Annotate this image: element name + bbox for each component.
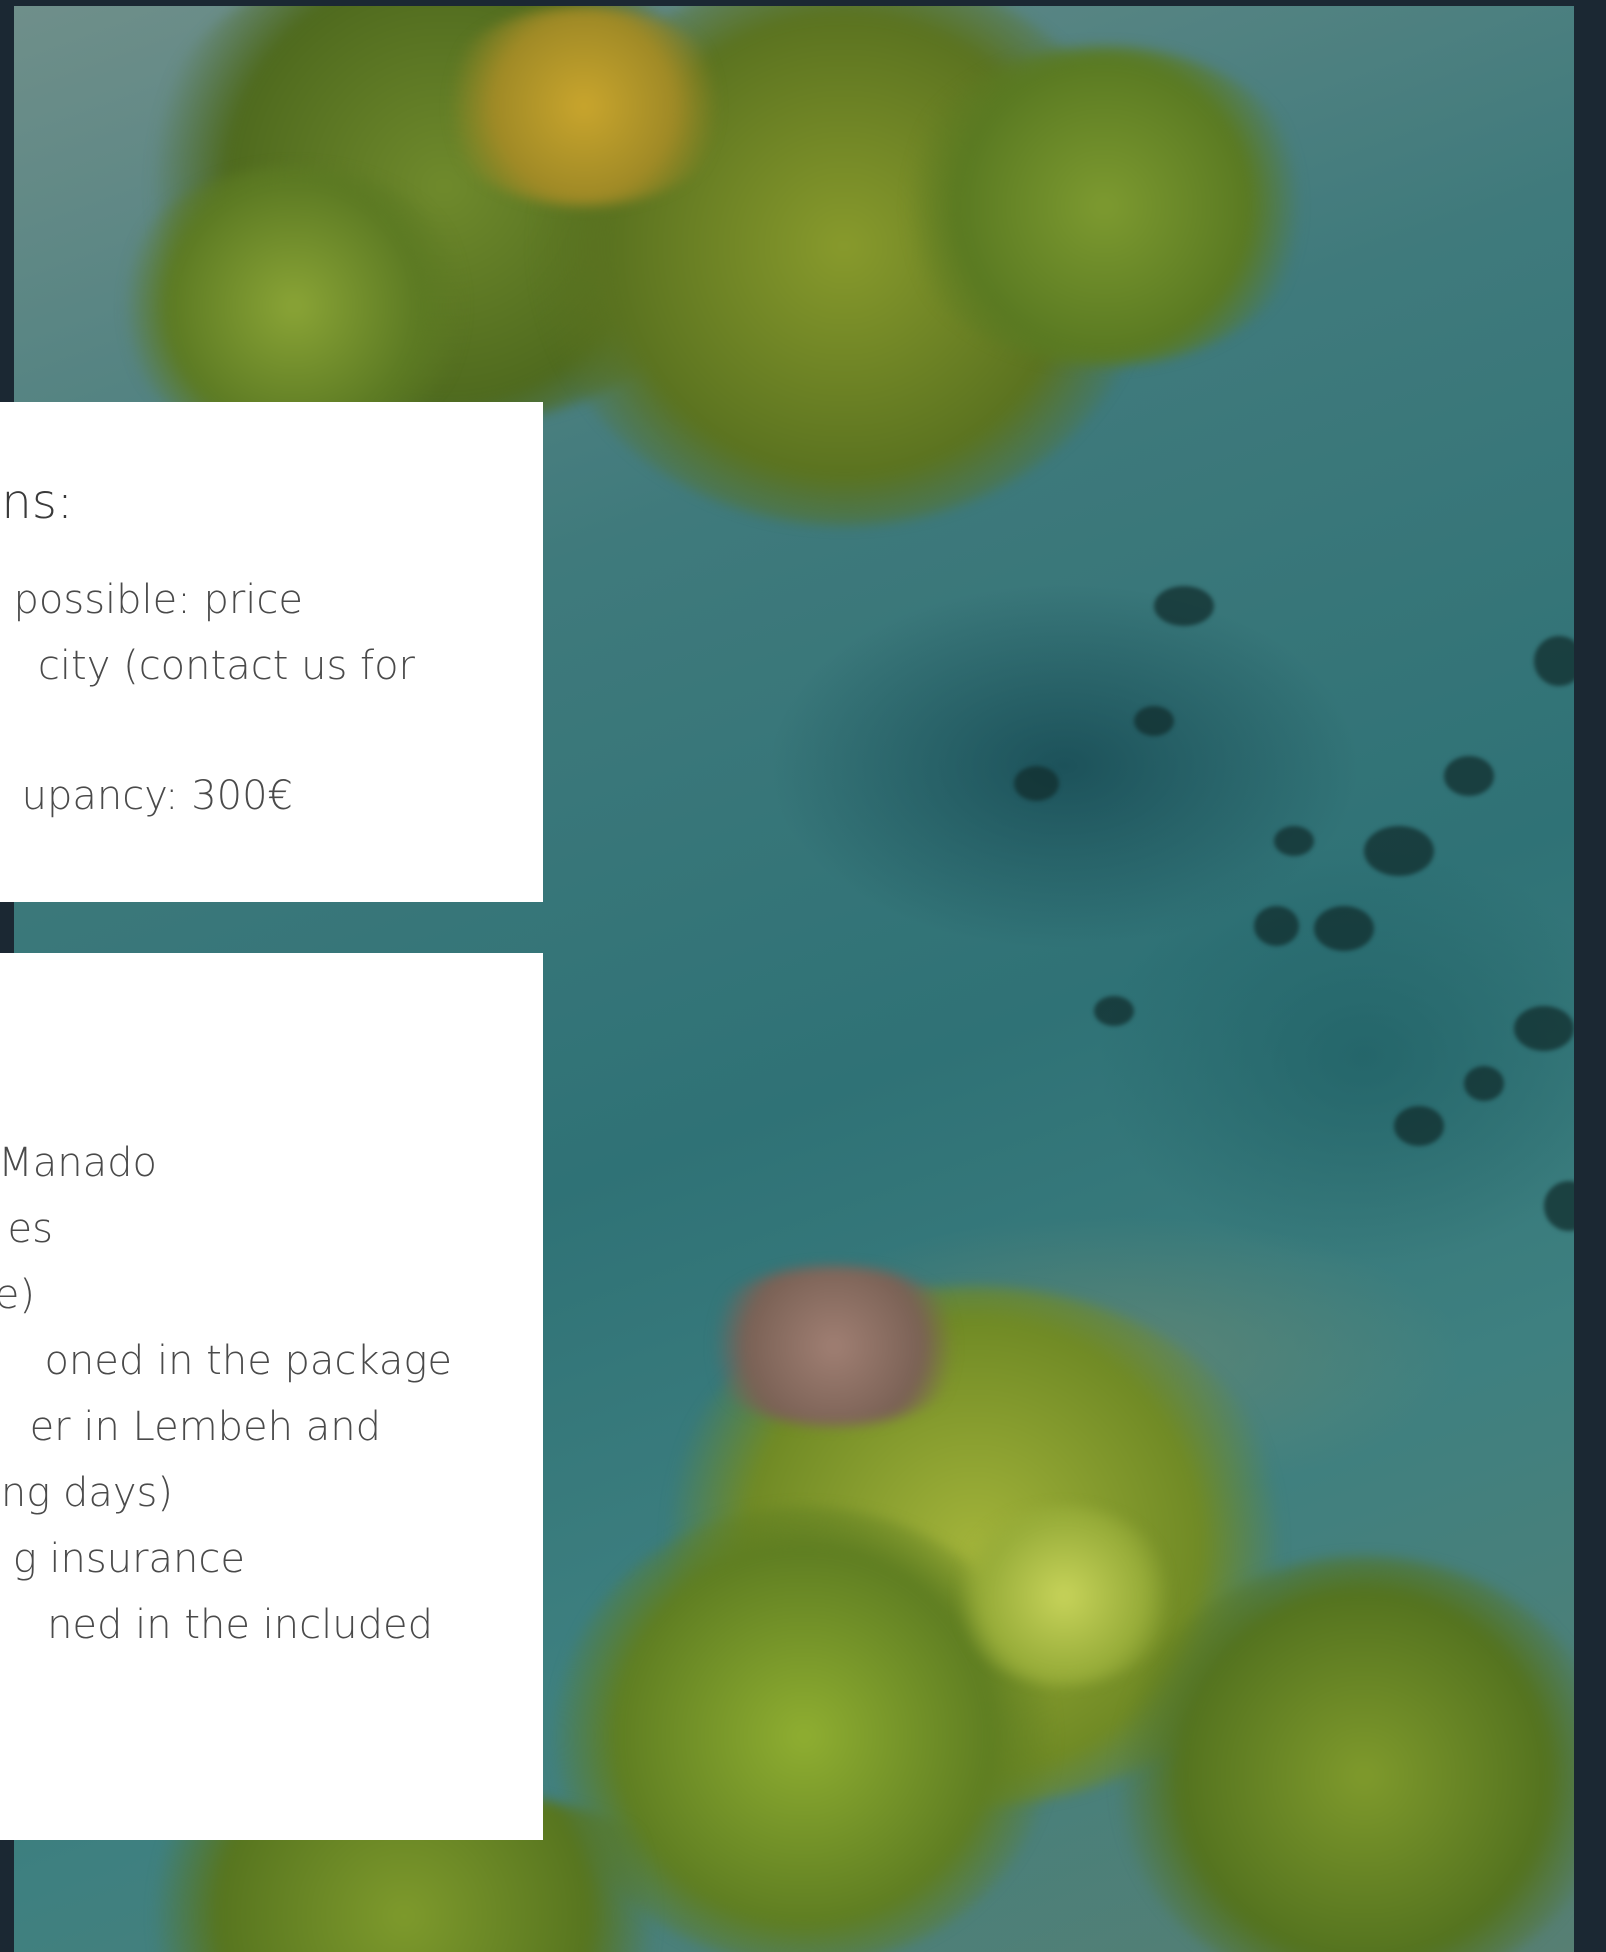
includes-line: e) bbox=[0, 1272, 35, 1318]
includes-line: oned in the package bbox=[44, 1338, 452, 1384]
options-line: city (contact us for bbox=[37, 643, 415, 689]
page: ns: possible: price city (contact us for… bbox=[0, 0, 1606, 1952]
options-line: upancy: 300€ bbox=[21, 773, 293, 819]
includes-line: er in Lembeh and bbox=[29, 1404, 381, 1450]
includes-line: ng days) bbox=[0, 1470, 173, 1516]
options-line: possible: price bbox=[13, 577, 303, 623]
includes-line: Manado bbox=[0, 1140, 157, 1186]
includes-line: ned in the included bbox=[47, 1602, 433, 1648]
includes-line: es bbox=[7, 1206, 53, 1252]
options-card: ns: possible: price city (contact us for… bbox=[0, 402, 543, 902]
options-heading: ns: bbox=[1, 474, 73, 530]
includes-line: g insurance bbox=[12, 1536, 245, 1582]
includes-card: Manado es e) oned in the package er in L… bbox=[0, 953, 543, 1840]
